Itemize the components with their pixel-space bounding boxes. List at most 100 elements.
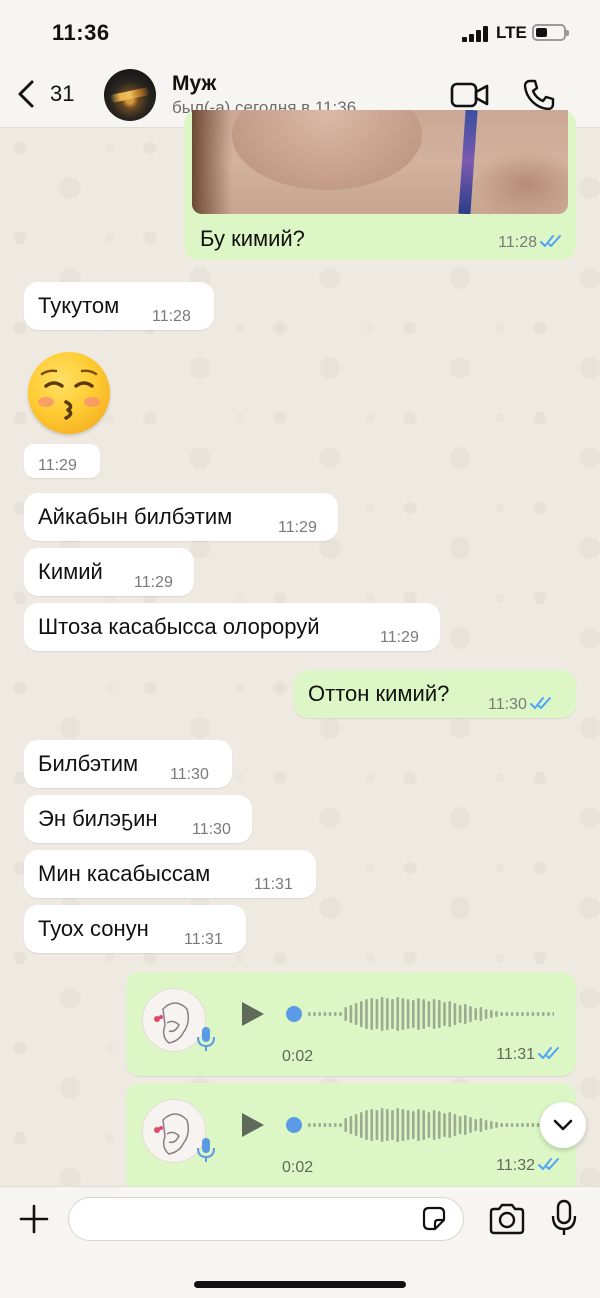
waveform-bar — [396, 997, 399, 1031]
waveform-bar — [365, 999, 368, 1029]
camera-icon[interactable] — [488, 1203, 526, 1235]
waveform-bar — [516, 1123, 519, 1127]
back-button[interactable]: 31 — [14, 74, 74, 114]
contact-name[interactable]: Муж — [172, 72, 216, 96]
message-text: Оттон кимий? — [308, 681, 450, 706]
waveform-bar — [453, 1114, 457, 1136]
waveform-bar — [344, 1007, 347, 1021]
waveform-bar — [432, 999, 436, 1029]
video-camera-icon[interactable] — [450, 80, 490, 110]
waveform-bar — [490, 1010, 493, 1018]
message-bubble[interactable]: Туох сонун 11:31 — [24, 905, 246, 953]
voice-duration: 0:02 — [282, 1159, 314, 1176]
sticker-icon[interactable] — [420, 1205, 448, 1233]
waveform-bar — [391, 1110, 394, 1140]
waveform-bar — [474, 1119, 477, 1131]
message-bubble[interactable]: Айкабын билбэтим 11:29 — [24, 493, 338, 541]
message-input[interactable] — [68, 1197, 464, 1241]
message-bubble[interactable]: Эн билэҕин 11:30 — [24, 795, 252, 843]
microphone-icon — [197, 1027, 215, 1051]
double-check-icon — [540, 235, 561, 247]
waveform-bar — [328, 1012, 332, 1016]
voice-message[interactable]: 0:02 11:31 — [126, 972, 576, 1076]
waveform-bar — [318, 1123, 321, 1127]
waveform-bar — [339, 1123, 342, 1127]
phone-icon[interactable] — [522, 78, 556, 112]
waveform-bar — [521, 1123, 524, 1127]
waveform-bar — [313, 1123, 316, 1127]
waveform-bar — [323, 1012, 327, 1016]
waveform-bar — [547, 1012, 550, 1016]
contact-avatar[interactable] — [104, 69, 156, 121]
message-text: Тукутом — [38, 293, 120, 318]
message-bubble[interactable]: Оттон кимий? 11:30 — [294, 670, 576, 718]
message-bubble[interactable]: Тукутом 11:28 — [24, 282, 214, 330]
waveform-bar — [521, 1012, 524, 1016]
waveform-bar — [526, 1123, 529, 1127]
signal-icon — [462, 26, 490, 42]
waveform-bar — [453, 1003, 457, 1025]
waveform-bar — [308, 1012, 311, 1016]
microphone-icon[interactable] — [550, 1199, 578, 1237]
photo-message[interactable]: Бу кимий? 11:28 — [184, 110, 576, 260]
waveform-bar — [360, 1001, 363, 1027]
waveform-bar — [344, 1118, 347, 1132]
waveform-bar — [375, 1110, 379, 1140]
waveform-bar — [516, 1012, 519, 1016]
message-text: Эн билэҕин — [38, 806, 158, 831]
waveform-bar — [412, 1000, 415, 1028]
waveform-bar — [386, 1109, 389, 1141]
composer-bar — [0, 1186, 600, 1298]
waveform[interactable] — [284, 994, 554, 1034]
home-indicator — [194, 1281, 406, 1288]
message-time: 11:29 — [380, 629, 419, 646]
play-icon[interactable] — [240, 1111, 266, 1139]
photo-thumbnail[interactable] — [192, 110, 568, 214]
scroll-to-bottom-button[interactable] — [540, 1102, 586, 1148]
waveform-bar — [354, 1114, 358, 1136]
message-bubble[interactable]: Мин касабыссам 11:31 — [24, 850, 316, 898]
waveform-bar — [396, 1108, 399, 1142]
message-time: 11:29 — [134, 574, 173, 591]
kissing-face-with-closed-eyes-icon[interactable] — [28, 352, 110, 434]
waveform-bar — [370, 1109, 373, 1141]
message-bubble[interactable]: Билбэтим 11:30 — [24, 740, 232, 788]
waveform-bar — [417, 1109, 420, 1141]
waveform-bar — [536, 1123, 540, 1127]
waveform-bar — [422, 999, 425, 1029]
message-bubble[interactable]: Кимий 11:29 — [24, 548, 194, 596]
waveform-bar — [531, 1123, 535, 1127]
double-check-icon — [538, 1047, 559, 1059]
waveform-bar — [370, 998, 373, 1030]
unread-count: 31 — [50, 81, 75, 106]
message-text: Туох сонун — [38, 916, 149, 941]
waveform-bar — [406, 1110, 410, 1140]
waveform-bar — [401, 1109, 405, 1141]
waveform-bar — [484, 1120, 488, 1130]
play-icon[interactable] — [240, 1000, 266, 1028]
waveform-bar — [443, 1002, 446, 1026]
voice-message[interactable]: 0:02 11:32 — [126, 1083, 576, 1186]
double-check-icon — [538, 1158, 559, 1170]
message-time: 11:31 — [496, 1046, 560, 1064]
message-bubble[interactable]: Штоза касабысса олороруй 11:29 — [24, 603, 440, 651]
waveform[interactable] — [284, 1105, 554, 1145]
waveform-bar — [313, 1012, 316, 1016]
message-time: 11:28 — [152, 308, 191, 325]
waveform-bar — [339, 1012, 342, 1016]
chevron-down-icon — [553, 1119, 573, 1131]
waveform-bar — [438, 1000, 441, 1028]
waveform-bar — [469, 1006, 472, 1022]
message-text: Бу кимий? — [200, 226, 305, 251]
waveform-bar — [500, 1012, 503, 1016]
plus-icon[interactable] — [18, 1203, 50, 1235]
waveform-bar — [323, 1123, 327, 1127]
message-time: 11:28 — [498, 234, 562, 252]
waveform-bar — [422, 1110, 425, 1140]
waveform-bar — [464, 1004, 467, 1024]
chevron-left-icon — [18, 80, 34, 108]
waveform-bar — [500, 1123, 503, 1127]
battery-icon — [532, 24, 569, 41]
waveform-bar — [458, 1005, 462, 1023]
waveform-bar — [427, 1001, 431, 1027]
